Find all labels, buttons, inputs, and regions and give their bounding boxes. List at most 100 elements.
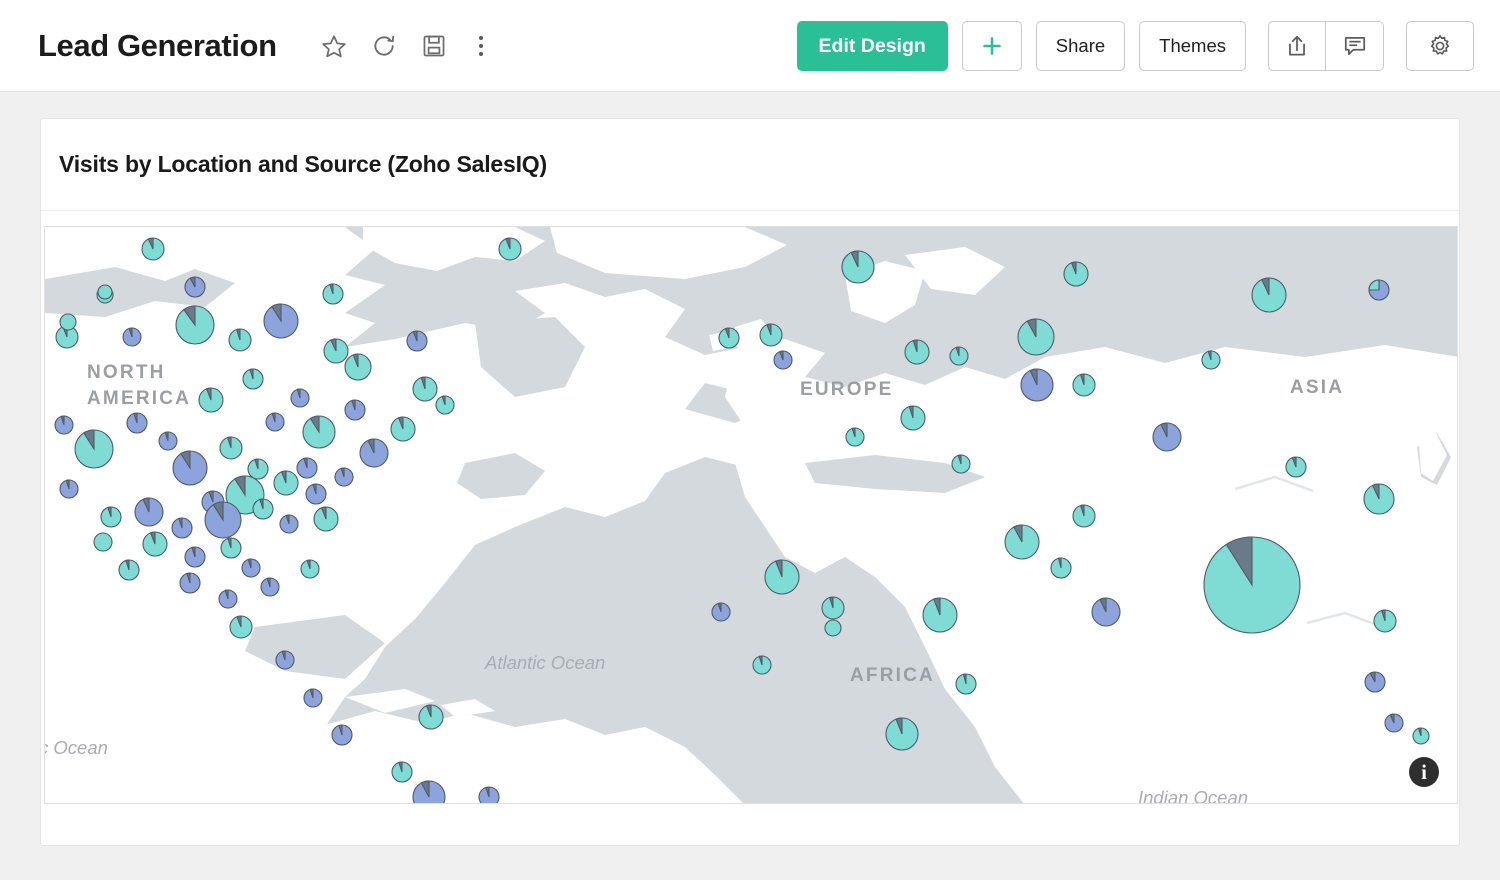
pie-marker[interactable]: [122, 327, 142, 347]
favorite-star-icon[interactable]: [321, 33, 347, 59]
pie-marker[interactable]: [142, 531, 168, 557]
pie-marker[interactable]: [344, 399, 366, 421]
pie-marker[interactable]: [955, 673, 977, 695]
share-button[interactable]: Share: [1035, 21, 1126, 71]
pie-marker[interactable]: [296, 457, 318, 479]
pie-marker[interactable]: [900, 405, 926, 431]
pie-marker[interactable]: [412, 376, 438, 402]
pie-marker[interactable]: [406, 330, 428, 352]
pie-marker[interactable]: [904, 339, 930, 365]
refresh-icon[interactable]: [371, 33, 397, 59]
pie-marker[interactable]: [97, 284, 113, 300]
pie-marker[interactable]: [824, 619, 842, 637]
pie-marker[interactable]: [1285, 456, 1307, 478]
pie-marker[interactable]: [74, 429, 114, 469]
pie-marker[interactable]: [198, 387, 224, 413]
pie-marker[interactable]: [279, 514, 299, 534]
pie-marker[interactable]: [759, 323, 783, 347]
pie-marker[interactable]: [1072, 504, 1096, 528]
pie-marker[interactable]: [711, 602, 731, 622]
pie-marker[interactable]: [1152, 422, 1182, 452]
save-icon[interactable]: [421, 33, 447, 59]
pie-marker[interactable]: [172, 450, 208, 486]
edit-design-button[interactable]: Edit Design: [796, 21, 948, 71]
pie-marker[interactable]: [220, 537, 242, 559]
pie-marker[interactable]: [247, 458, 269, 480]
pie-marker[interactable]: [1063, 261, 1089, 287]
pie-marker[interactable]: [1020, 368, 1054, 402]
pie-marker[interactable]: [1384, 713, 1404, 733]
pie-marker[interactable]: [845, 427, 865, 447]
pie-marker[interactable]: [158, 431, 178, 451]
pie-marker[interactable]: [1373, 609, 1397, 633]
pie-marker[interactable]: [275, 650, 295, 670]
pie-marker[interactable]: [228, 328, 252, 352]
export-button[interactable]: [1268, 21, 1326, 71]
pie-marker[interactable]: [322, 283, 344, 305]
pie-marker[interactable]: [141, 237, 165, 261]
pie-marker[interactable]: [260, 577, 280, 597]
pie-marker[interactable]: [334, 467, 354, 487]
pie-marker[interactable]: [498, 237, 522, 261]
pie-marker[interactable]: [435, 395, 455, 415]
more-options-icon[interactable]: [471, 34, 491, 58]
pie-marker[interactable]: [313, 506, 339, 532]
pie-marker[interactable]: [300, 559, 320, 579]
pie-marker[interactable]: [184, 546, 206, 568]
pie-marker[interactable]: [841, 250, 875, 284]
pie-marker[interactable]: [323, 338, 349, 364]
pie-marker[interactable]: [773, 350, 793, 370]
pie-marker[interactable]: [93, 532, 113, 552]
pie-marker[interactable]: [391, 761, 413, 783]
pie-marker[interactable]: [752, 655, 772, 675]
pie-marker[interactable]: [302, 415, 336, 449]
pie-marker[interactable]: [1203, 536, 1301, 634]
pie-marker-layer[interactable]: [45, 227, 1458, 804]
pie-marker[interactable]: [218, 589, 238, 609]
pie-marker[interactable]: [134, 497, 164, 527]
pie-marker[interactable]: [171, 517, 193, 539]
geo-map[interactable]: NORTH AMERICA EUROPE ASIA AFRICA c Ocean Atla…: [44, 226, 1458, 804]
pie-marker[interactable]: [54, 415, 74, 435]
pie-marker[interactable]: [412, 780, 446, 804]
pie-marker[interactable]: [273, 470, 299, 496]
comment-button[interactable]: [1326, 21, 1384, 71]
pie-marker[interactable]: [1072, 373, 1096, 397]
pie-marker[interactable]: [1004, 524, 1040, 560]
map-info-icon[interactable]: i: [1409, 757, 1439, 787]
pie-marker[interactable]: [885, 717, 919, 751]
pie-marker[interactable]: [179, 572, 201, 594]
pie-marker[interactable]: [303, 688, 323, 708]
pie-marker[interactable]: [1050, 557, 1072, 579]
pie-marker[interactable]: [229, 615, 253, 639]
pie-marker[interactable]: [59, 313, 77, 331]
pie-marker[interactable]: [118, 559, 140, 581]
pie-marker[interactable]: [59, 479, 79, 499]
themes-button[interactable]: Themes: [1139, 21, 1246, 71]
pie-marker[interactable]: [263, 303, 299, 339]
pie-marker[interactable]: [821, 596, 845, 620]
pie-marker[interactable]: [126, 412, 148, 434]
pie-marker[interactable]: [1363, 483, 1395, 515]
pie-marker[interactable]: [359, 438, 389, 468]
pie-marker[interactable]: [331, 724, 353, 746]
pie-marker[interactable]: [1251, 277, 1287, 313]
pie-marker[interactable]: [100, 506, 122, 528]
settings-button[interactable]: [1406, 21, 1474, 71]
pie-marker[interactable]: [204, 501, 242, 539]
pie-marker[interactable]: [175, 305, 215, 345]
pie-marker[interactable]: [1201, 350, 1221, 370]
pie-marker[interactable]: [184, 276, 206, 298]
pie-marker[interactable]: [1091, 597, 1121, 627]
add-widget-button[interactable]: [961, 21, 1022, 71]
pie-marker[interactable]: [922, 597, 958, 633]
pie-marker[interactable]: [265, 412, 285, 432]
pie-marker[interactable]: [390, 416, 416, 442]
pie-marker[interactable]: [949, 346, 969, 366]
pie-marker[interactable]: [242, 368, 264, 390]
pie-marker[interactable]: [1017, 318, 1055, 356]
pie-marker[interactable]: [1412, 727, 1430, 745]
pie-marker[interactable]: [478, 786, 500, 804]
pie-marker[interactable]: [764, 559, 800, 595]
pie-marker[interactable]: [290, 388, 310, 408]
